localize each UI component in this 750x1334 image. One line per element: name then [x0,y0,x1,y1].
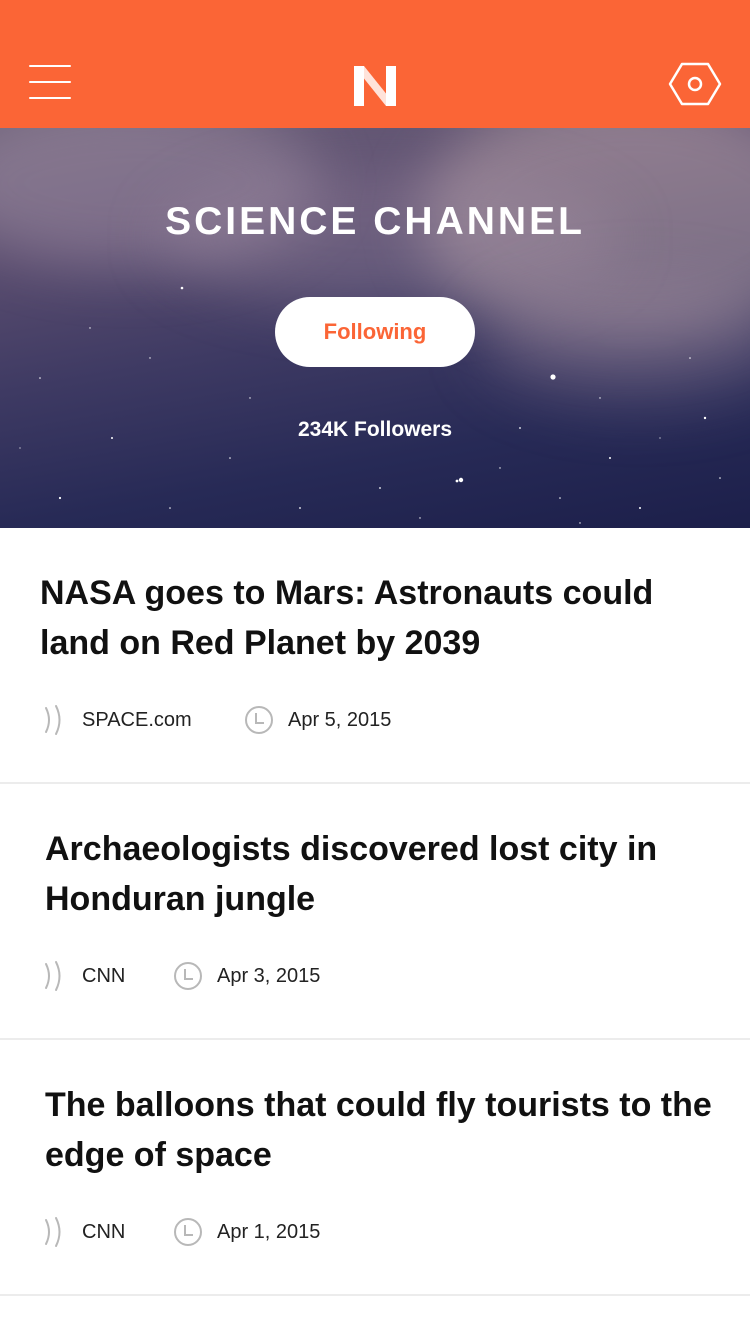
hexagon-settings-icon[interactable] [668,60,722,108]
channel-banner: SCIENCE CHANNEL Following 234K Followers [0,128,750,528]
article-date: Apr 3, 2015 [217,965,321,987]
top-app-bar [0,0,750,128]
article-card[interactable]: NASA goes to Mars: Astronauts could land… [0,528,750,784]
source-icon [45,961,61,991]
article-card[interactable]: The balloons that could fly tourists to … [0,1040,750,1296]
article-card[interactable]: Archaeologists discovered lost city in H… [0,784,750,1040]
article-title[interactable]: Archaeologists discovered lost city in H… [45,824,725,924]
source-name[interactable]: CNN [82,965,125,988]
source-icon [45,1217,61,1247]
followers-count: 234K Followers [297,418,453,441]
article-date: Apr 5, 2015 [288,709,392,731]
article-title[interactable]: The balloons that could fly tourists to … [45,1080,725,1180]
source-icon [45,705,61,735]
clock-icon [174,962,202,990]
article-title[interactable]: NASA goes to Mars: Astronauts could land… [40,568,720,668]
source-name[interactable]: CNN [82,1221,125,1244]
clock-icon [245,706,273,734]
hamburger-menu-icon[interactable] [22,58,78,106]
following-button[interactable]: Following [275,297,475,367]
app-logo [348,62,402,110]
channel-title: SCIENCE CHANNEL [165,200,585,243]
clock-icon [174,1218,202,1246]
source-name[interactable]: SPACE.com [82,709,192,732]
article-date: Apr 1, 2015 [217,1221,321,1243]
n-logo-icon [354,66,396,106]
